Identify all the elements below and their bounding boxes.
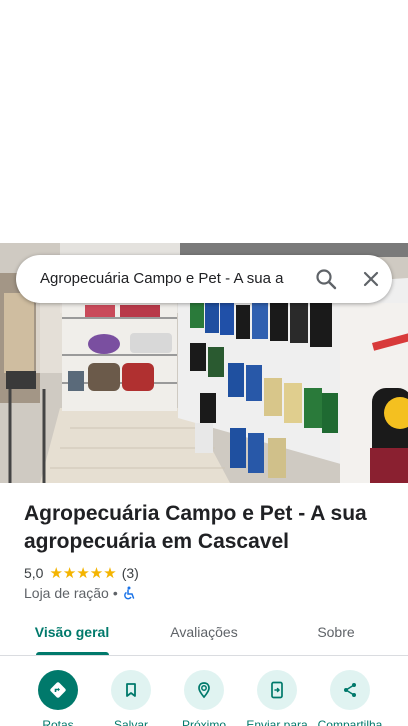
rating-row[interactable]: 5,0 ★★★★★ (3) <box>24 563 139 583</box>
rating-value: 5,0 <box>24 565 44 581</box>
tab-about[interactable]: Sobre <box>292 612 380 656</box>
star-rating-icon: ★★★★★ <box>49 565 117 582</box>
save-button[interactable]: Salvar <box>95 666 167 726</box>
place-tabs: Visão geral Avaliações Sobre <box>0 612 408 656</box>
category-row: Loja de ração • <box>24 583 136 603</box>
directions-icon <box>38 670 78 710</box>
directions-label: Rotas <box>42 718 74 726</box>
bookmark-icon <box>111 670 151 710</box>
search-input[interactable]: Agropecuária Campo e Pet - A sua a <box>40 255 304 303</box>
nearby-icon <box>184 670 224 710</box>
place-category: Loja de ração <box>24 585 109 601</box>
tab-reviews[interactable]: Avaliações <box>156 612 252 656</box>
place-title: Agropecuária Campo e Pet - A sua agropec… <box>24 502 367 553</box>
share-button[interactable]: Compartilha <box>314 666 386 726</box>
share-icon <box>330 670 370 710</box>
tab-overview[interactable]: Visão geral <box>24 612 120 656</box>
nearby-label: Próximo <box>181 718 226 726</box>
active-tab-indicator <box>36 652 109 655</box>
share-label: Compartilha <box>317 718 383 726</box>
send-to-phone-button[interactable]: Enviar para <box>241 666 313 726</box>
search-bar[interactable]: Agropecuária Campo e Pet - A sua a <box>16 255 392 303</box>
close-icon[interactable] <box>357 265 385 293</box>
review-count[interactable]: (3) <box>122 565 139 581</box>
send-to-phone-label: Enviar para <box>246 718 308 726</box>
map-area-blank <box>0 0 408 243</box>
directions-button[interactable]: Rotas <box>22 666 94 726</box>
send-to-phone-icon <box>257 670 297 710</box>
action-buttons: Rotas Salvar Próximo Enviar para Compart… <box>0 666 408 726</box>
nearby-button[interactable]: Próximo <box>168 666 240 726</box>
wheelchair-accessible-icon <box>122 586 136 600</box>
save-label: Salvar <box>113 718 148 726</box>
search-icon[interactable] <box>314 267 338 291</box>
separator-dot: • <box>112 585 118 601</box>
